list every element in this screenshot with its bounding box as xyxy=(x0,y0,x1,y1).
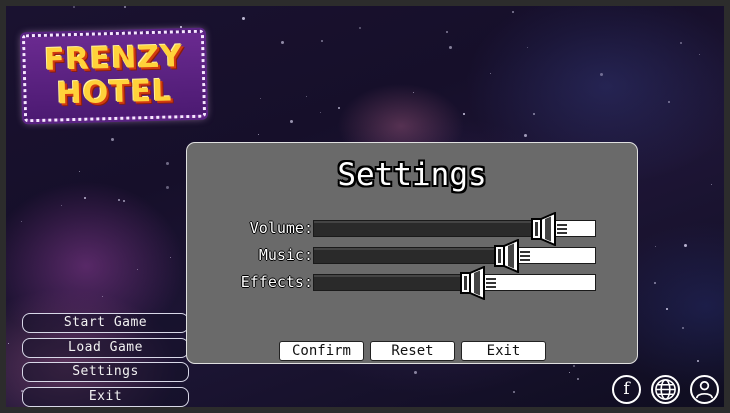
star xyxy=(242,17,245,20)
music-row: Music: xyxy=(187,239,639,273)
star xyxy=(102,296,103,297)
star xyxy=(73,6,75,8)
logo-line-2: HOTEL xyxy=(56,73,173,112)
star xyxy=(699,54,700,55)
star xyxy=(111,138,114,141)
star xyxy=(414,371,417,374)
logo-line-1: FRENZY xyxy=(43,39,184,78)
star xyxy=(123,200,125,202)
exit-game-button[interactable]: Exit xyxy=(22,386,189,407)
star xyxy=(680,42,682,44)
game-logo: FRENZY HOTEL xyxy=(21,29,207,123)
star xyxy=(281,41,284,44)
settings-title: Settings xyxy=(337,157,487,193)
user-profile-icon[interactable] xyxy=(690,375,719,404)
star xyxy=(124,6,126,8)
reset-button[interactable]: Reset xyxy=(370,341,455,361)
star xyxy=(666,308,668,310)
exit-settings-button[interactable]: Exit xyxy=(461,341,546,361)
star xyxy=(166,186,169,189)
star xyxy=(524,134,527,137)
star xyxy=(577,378,579,380)
volume-slider-fill xyxy=(314,221,555,236)
star xyxy=(413,92,414,93)
effects-slider-fill xyxy=(314,275,484,290)
effects-row: Effects: xyxy=(187,266,639,300)
star xyxy=(463,113,465,115)
facebook-icon[interactable]: f xyxy=(612,375,641,404)
star xyxy=(490,73,491,74)
star xyxy=(166,162,169,165)
speaker-icon[interactable] xyxy=(494,239,532,273)
star xyxy=(8,343,9,344)
star xyxy=(321,40,323,42)
star xyxy=(512,11,514,13)
star xyxy=(682,327,684,329)
star xyxy=(668,101,670,103)
star xyxy=(527,47,528,48)
star xyxy=(684,244,687,247)
settings-panel: Settings Volume: Music: Effects: Confirm… xyxy=(186,142,638,364)
star xyxy=(655,246,656,247)
star xyxy=(170,257,171,258)
star xyxy=(573,365,575,367)
star xyxy=(513,391,515,393)
effects-label: Effects: xyxy=(240,273,313,291)
speaker-icon[interactable] xyxy=(531,212,569,246)
facebook-glyph: f xyxy=(623,379,630,399)
star xyxy=(180,26,182,28)
load-game-button[interactable]: Load Game xyxy=(22,337,189,358)
main-menu: Start Game Load Game Settings Exit xyxy=(22,313,189,407)
star xyxy=(338,107,340,109)
volume-row: Volume: xyxy=(187,212,639,246)
music-slider-fill xyxy=(314,248,518,263)
volume-slider[interactable] xyxy=(313,212,596,246)
music-slider[interactable] xyxy=(313,239,596,273)
star xyxy=(137,269,138,270)
star xyxy=(61,205,62,206)
star xyxy=(697,360,699,362)
star xyxy=(84,197,86,199)
star xyxy=(118,199,120,201)
effects-slider[interactable] xyxy=(313,266,596,300)
star xyxy=(79,171,80,172)
volume-label: Volume: xyxy=(249,219,313,237)
star xyxy=(359,27,361,29)
star xyxy=(569,372,570,373)
star xyxy=(654,282,656,284)
star xyxy=(306,96,307,97)
confirm-button[interactable]: Confirm xyxy=(279,341,364,361)
star xyxy=(258,134,259,135)
music-label: Music: xyxy=(258,246,313,264)
star xyxy=(21,221,22,222)
star xyxy=(446,31,448,33)
star xyxy=(449,46,452,49)
globe-icon[interactable] xyxy=(651,375,680,404)
star xyxy=(320,112,321,113)
star xyxy=(600,73,603,76)
settings-button[interactable]: Settings xyxy=(22,362,189,382)
star xyxy=(533,113,535,115)
speaker-icon[interactable] xyxy=(460,266,498,300)
star xyxy=(290,120,293,123)
star xyxy=(260,98,261,99)
start-game-button[interactable]: Start Game xyxy=(22,313,189,333)
star xyxy=(711,184,712,185)
